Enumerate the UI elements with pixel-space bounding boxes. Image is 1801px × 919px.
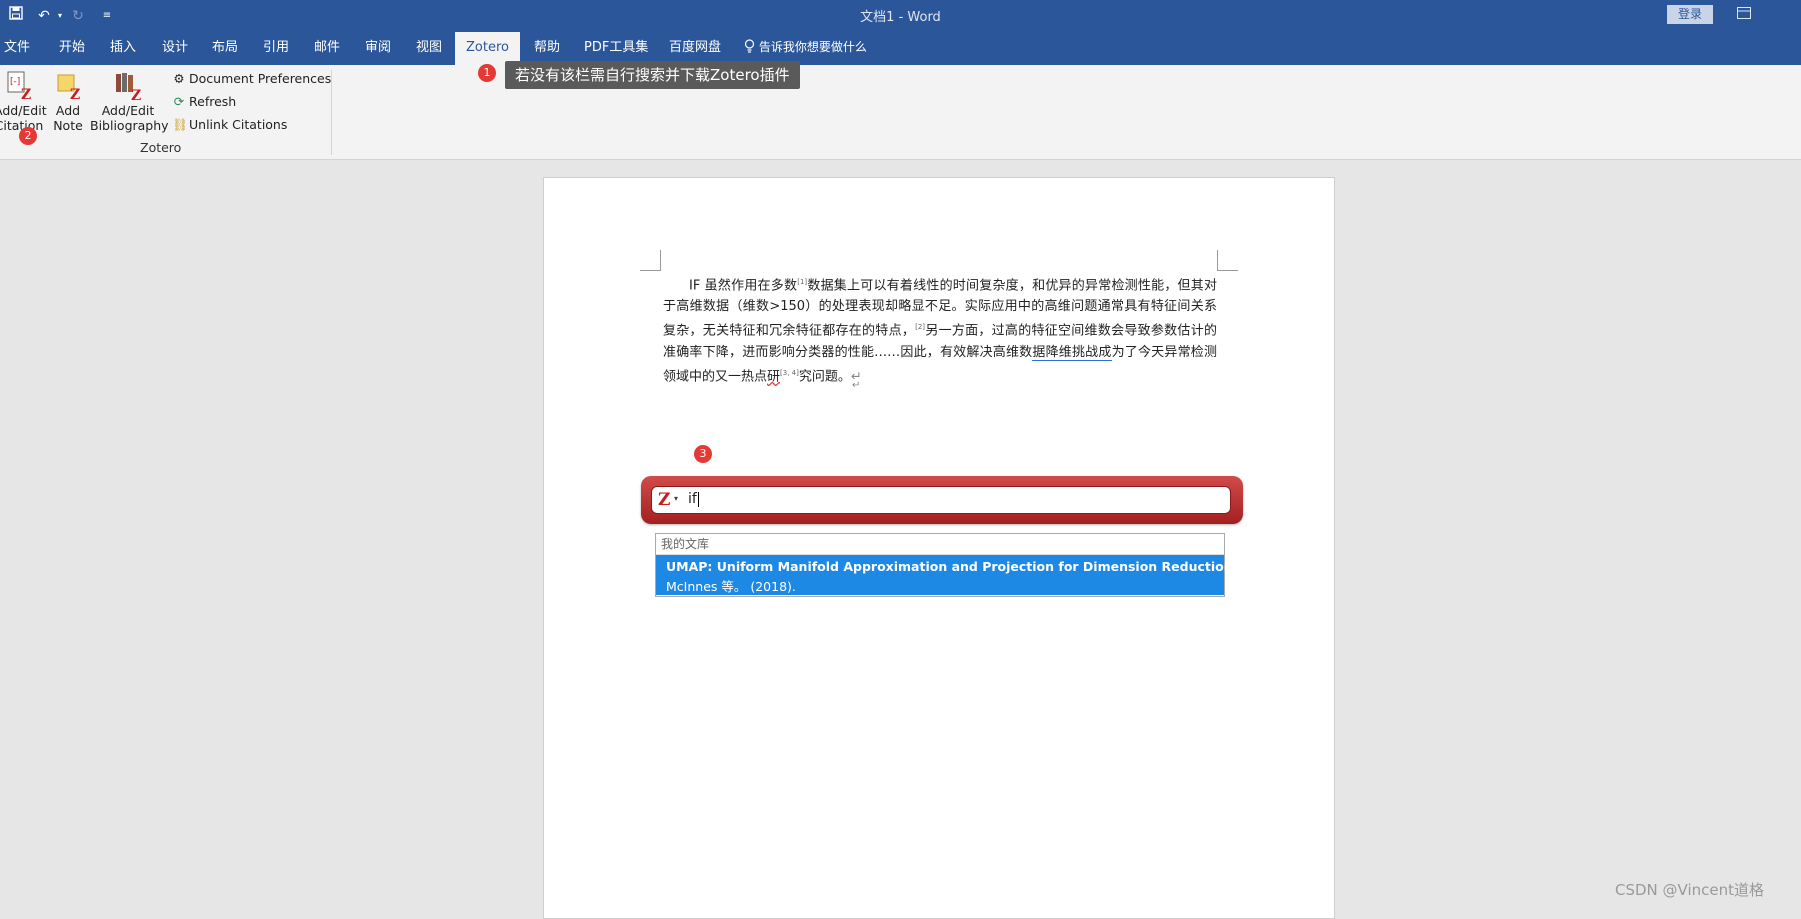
add-note-line1: Add (55, 103, 81, 118)
tab-file[interactable]: 文件 (4, 32, 30, 65)
title-bar: ↶ ▾ ↻ ≡ 文档1 - Word 登录 (0, 0, 1801, 32)
result-title: UMAP: Uniform Manifold Approximation and… (666, 559, 1233, 574)
crop-mark-top-left (640, 250, 661, 271)
tab-references[interactable]: 引用 (263, 32, 289, 65)
citation-3[interactable]: [3, 4] (780, 369, 799, 377)
empty-paragraph-mark-icon: ↵ (852, 380, 861, 391)
unlink-citations-button[interactable]: ⛓Unlink Citations (172, 117, 287, 133)
grammar-flagged-text[interactable]: 据降维挑战成 (1032, 344, 1112, 361)
document-preferences-button[interactable]: ⚙ Document Preferences (172, 71, 331, 86)
zotero-query-text: if (688, 491, 697, 507)
zotero-menu-dropdown-icon[interactable]: ▾ (674, 494, 678, 503)
note-icon: Z (50, 71, 86, 101)
tell-me-label: 告诉我你想要做什么 (758, 40, 867, 54)
citation-icon: [-] Z (0, 71, 44, 101)
refresh-label: Refresh (189, 94, 237, 109)
annotation-badge-3: 3 (694, 445, 712, 463)
add-note-button[interactable]: Z Add Note (50, 71, 86, 133)
library-header: 我的文库 (656, 534, 1224, 555)
unlink-citations-label: Unlink Citations (189, 117, 288, 132)
paragraph-part-5: 究问题。 (798, 368, 851, 384)
bibliography-icon: Z (90, 71, 166, 101)
tab-design[interactable]: 设计 (162, 32, 188, 65)
zotero-ribbon: [-]Z Add/Edit Citation Z Add Note Z Add/… (0, 65, 1801, 160)
tab-insert[interactable]: 插入 (110, 32, 136, 65)
group-separator (331, 70, 332, 155)
tab-layout[interactable]: 布局 (212, 32, 238, 65)
annotation-badge-1: 1 (478, 64, 496, 82)
refresh-button[interactable]: ⟳ Refresh (172, 94, 236, 109)
add-edit-bibliography-button[interactable]: Z Add/Edit Bibliography (90, 71, 169, 133)
add-edit-citation-line1: Add/Edit (0, 103, 47, 118)
zotero-group-label: Zotero (140, 140, 182, 155)
annotation-badge-2: 2 (19, 127, 37, 145)
svg-text:Z: Z (131, 88, 141, 101)
annotation-tooltip: 若没有该栏需自行搜索并下载Zotero插件 (505, 61, 800, 89)
add-edit-citation-button[interactable]: [-]Z Add/Edit Citation (0, 71, 47, 133)
paragraph-part-1: IF 虽然作用在多数 (689, 278, 798, 294)
tab-review[interactable]: 审阅 (365, 32, 391, 65)
result-subtitle: McInnes 等。 (2018). (666, 579, 796, 594)
svg-text:Z: Z (70, 87, 80, 101)
tab-mailings[interactable]: 邮件 (314, 32, 340, 65)
search-result-item[interactable]: UMAP: Uniform Manifold Approximation and… (656, 555, 1233, 595)
citation-2[interactable]: [2] (915, 323, 925, 331)
refresh-icon: ⟳ (173, 94, 185, 109)
csdn-watermark: CSDN @Vincent道格 (1615, 881, 1765, 899)
tab-home[interactable]: 开始 (59, 32, 85, 65)
unlink-icon: ⛓ (172, 117, 188, 132)
citation-1[interactable]: [1] (797, 278, 807, 286)
svg-text:Z: Z (21, 87, 31, 101)
text-caret (697, 491, 699, 507)
crop-mark-top-right (1217, 250, 1238, 271)
tab-view[interactable]: 视图 (416, 32, 442, 65)
zotero-results-list: 我的文库 UMAP: Uniform Manifold Approximatio… (655, 533, 1233, 597)
document-preferences-label: Document Preferences (189, 71, 332, 86)
add-edit-bibliography-line2: Bibliography (90, 118, 169, 133)
zotero-search-input[interactable]: Z ▾ if (651, 486, 1231, 514)
ribbon-tabs: 文件 开始 插入 设计 布局 引用 邮件 审阅 视图 Zotero 帮助 PDF… (0, 32, 1801, 65)
svg-text:[-]: [-] (10, 77, 20, 87)
ribbon-display-options-icon[interactable] (1737, 7, 1751, 21)
zotero-search-query: if (688, 491, 699, 507)
lightbulb-icon (744, 39, 759, 54)
spelling-flagged-text[interactable]: 研 (767, 369, 780, 384)
login-button[interactable]: 登录 (1667, 5, 1713, 24)
zotero-logo-icon[interactable]: Z (658, 490, 670, 510)
gear-icon: ⚙ (173, 71, 185, 86)
document-paragraph[interactable]: IF 虽然作用在多数[1]数据集上可以有着线性的时间复杂度，和优异的异常检测性能… (663, 272, 1217, 387)
zotero-quick-format-bar: Z ▾ if (641, 476, 1243, 524)
add-note-line2: Note (53, 118, 83, 133)
window-title: 文档1 - Word (860, 10, 941, 25)
add-edit-bibliography-line1: Add/Edit (101, 103, 155, 118)
document-page[interactable]: IF 虽然作用在多数[1]数据集上可以有着线性的时间复杂度，和优异的异常检测性能… (543, 177, 1335, 919)
